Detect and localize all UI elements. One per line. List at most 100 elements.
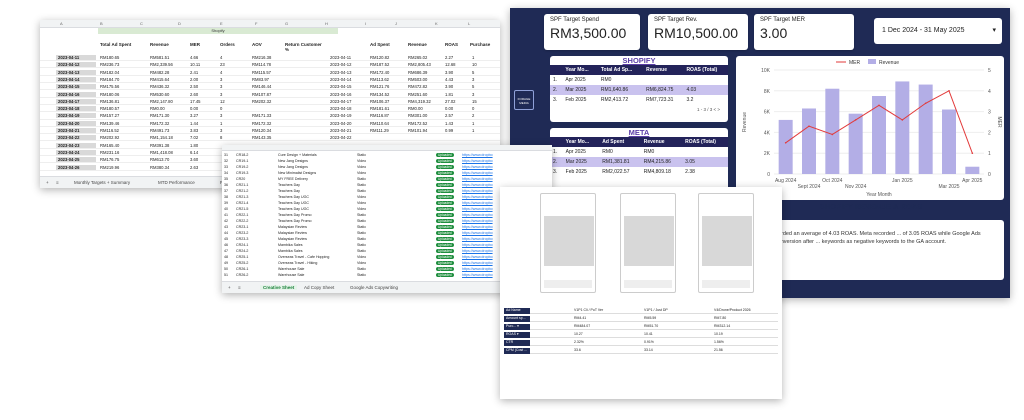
kpi-target-spend: SPF Target Spend RM3,500.00 — [544, 14, 640, 50]
mer-point — [971, 152, 974, 154]
table-row: 2023-04-22 RM202.92 RM1,154.18 7.02 8 RM143.3… — [40, 134, 500, 142]
revenue-bar — [895, 81, 910, 174]
tab-google-ads-copywriting[interactable]: Google Ads Copywriting — [350, 285, 398, 290]
ad-image — [624, 216, 674, 266]
revenue-roas-chart-card: 0 2K 4K 6K 8K 10K 0 1 2 3 4 5 Aug 2024 Sept 2024 Oct 2… — [736, 56, 1004, 200]
shopify-table-title: SHOPIFY — [622, 56, 656, 65]
table-row: 3. Feb 2025 RM2,022.57 RM4,809.18 2.38 — [553, 169, 695, 175]
shopify-section-band: Shopify — [98, 28, 338, 34]
mer-point — [831, 133, 834, 136]
x-tick-label: Aug 2024 — [775, 178, 797, 184]
x-tick-label: Sept 2024 — [798, 184, 821, 190]
ad-preview-card — [540, 193, 596, 293]
table-row: 2023-04-14 RM184.70 RM415.64 2.00 3 RM83.97 20… — [40, 76, 500, 84]
y2-tick-label: 4 — [988, 89, 991, 95]
y2-tick-label: 0 — [988, 172, 991, 178]
revenue-bar — [778, 119, 793, 174]
tab-monthly-targets[interactable]: Monthly Targets + Summary — [74, 180, 130, 185]
y2-tick-label: 2 — [988, 130, 991, 136]
ad-preview-card — [620, 193, 676, 293]
revenue-bar — [918, 84, 933, 174]
table-row: Ad Name V1P1 Cli / PoT Ver V1P1 / Just DP V… — [504, 307, 778, 314]
table-row: Amount sp... RM4.41 RM5.59 RM7.80 — [504, 315, 778, 322]
revenue-bar — [965, 166, 980, 174]
y2-tick-label: 3 — [988, 110, 991, 116]
x-tick-label: Apr 2025 — [962, 178, 983, 184]
ad-image — [544, 216, 594, 266]
mer-point — [784, 142, 787, 144]
brand-logo: FORAGE MEDIA — [514, 90, 534, 110]
mer-point — [854, 119, 857, 121]
legend-revenue-swatch — [868, 59, 876, 64]
mer-point — [808, 125, 810, 127]
x-tick-label: Mar 2025 — [938, 184, 959, 190]
y2-tick-label: 1 — [988, 151, 991, 157]
table-row: 2023-04-20 RM139.46 RM172.32 1.44 1 RM172.32 2… — [40, 120, 500, 127]
table-row: ROAS ▾ 10.27 10.41 10.19 — [504, 331, 778, 338]
column-header-bar: ABCDEFGHIJKL — [40, 20, 500, 28]
revenue-bar — [942, 109, 956, 174]
y-tick-label: 6K — [764, 110, 771, 116]
table-row: CPM (Cost ... 33.6 33.14 21.56 — [504, 347, 778, 354]
shopify-table-card: SHOPIFY Year Mo... Total Ad Sp... Revenue R… — [550, 56, 728, 122]
ad-performance-sheet: Ad Name V1P1 Cli / PoT Ver V1P1 / Just DP V… — [500, 187, 782, 399]
table-row: 1. Apr 2025 RM0 — [553, 77, 612, 83]
revenue-roas-chart: 0 2K 4K 6K 8K 10K 0 1 2 3 4 5 Aug 2024Sept 2024Oct 2… — [742, 59, 1002, 198]
meta-table: Year Mo... Ad Spent Revenue ROAS (Total) 1.… — [550, 137, 728, 177]
y2-tick-label: 5 — [988, 68, 991, 74]
revenue-bar — [802, 108, 816, 174]
kpi-target-revenue: SPF Target Rev. RM10,500.00 — [648, 14, 748, 50]
x-tick-label: Oct 2024 — [822, 178, 843, 184]
legend-mer-label: MER — [849, 60, 861, 66]
x-tick-label: Jan 2025 — [892, 178, 913, 184]
y-tick-label: 8K — [764, 89, 771, 95]
add-sheet-icon[interactable]: + — [228, 285, 231, 290]
tab-creative-sheet[interactable]: Creative Sheet — [260, 285, 298, 290]
table-pager[interactable]: 1 - 3 / 3 < > — [550, 105, 728, 114]
table-row: 2. Mar 2025 RM1,381.81 RM4,215.86 3.05 — [550, 157, 728, 167]
sheet1-header-row: Total Ad Spent Revenue MER Orders AOV Re… — [100, 42, 491, 52]
x-axis-label: Year Month — [866, 192, 892, 198]
table-row: 2023-04-16 RM180.06 RM530.60 2.60 3 RM107.87 2… — [40, 91, 500, 98]
mer-point — [924, 102, 927, 105]
all-sheets-icon[interactable]: ≡ — [238, 285, 241, 290]
table-row: 2023-04-19 RM157.27 RM171.30 3.27 3 RM171.33 2… — [40, 112, 500, 120]
kpi-target-mer: SPF Target MER 3.00 — [754, 14, 854, 50]
table-row: 2023-04-18 RM180.57 RM0.00 0.00 0 2023-04-18 R… — [40, 105, 500, 113]
legend-revenue-label: Revenue — [879, 60, 899, 66]
table-row: 2023-04-15 RM175.56 RM436.32 2.50 3 RM146.44 2… — [40, 83, 500, 91]
meta-table-title: META — [628, 128, 650, 137]
mer-point — [901, 119, 904, 121]
add-sheet-icon[interactable]: + — [46, 180, 49, 185]
y2-axis-label: MER — [996, 116, 1002, 128]
mer-point — [878, 104, 880, 107]
all-sheets-icon[interactable]: ≡ — [56, 180, 59, 185]
table-row: 2023-04-12 RM236.73 RM2,339.56 10.11 23 RM114… — [40, 61, 500, 69]
date-range-picker[interactable]: 1 Dec 2024 - 31 May 2025 ▾ — [874, 18, 1002, 44]
y-axis-label: Revenue — [742, 112, 748, 132]
table-row: CTR 2.32% 0.91% 1.56% — [504, 339, 778, 346]
meta-table-card: META Year Mo... Ad Spent Revenue ROAS (Tota… — [550, 128, 728, 194]
table-row: Purc... ▾ RM484.07 RM51.70 RM312.14 — [504, 323, 778, 330]
table-row: 2023-04-11 RM180.65 RM581.51 4.66 4 RM216.38 2… — [40, 54, 500, 62]
column-header-bar — [222, 145, 552, 151]
ad-preview-card — [698, 193, 754, 293]
x-tick-label: Nov 2024 — [845, 184, 867, 190]
table-row: 2023-04-13 RM182.04 RM482.28 2.41 4 RM115.57 2… — [40, 69, 500, 76]
y-tick-label: 4K — [764, 130, 771, 136]
table-row: 2. Mar 2025 RM1,640.86 RM6,824.75 4.03 — [550, 85, 728, 95]
revenue-bar — [872, 96, 886, 174]
y-tick-label: 2K — [764, 151, 771, 157]
table-row: 3. Feb 2025 RM2,413.72 RM7,723.31 3.2 — [553, 97, 694, 103]
y-tick-label: 0 — [767, 172, 770, 178]
mer-point — [948, 90, 950, 92]
table-row: 1. Apr 2025 RM0 RM0 — [553, 149, 655, 155]
table-row: 2023-04-17 RM136.81 RM2,147.80 17.45 12 RM202… — [40, 98, 500, 105]
shopify-table: Year Mo... Total Ad Sp... Revenue ROAS (Tot… — [550, 65, 728, 105]
ad-image — [702, 216, 752, 266]
tab-ad-copy-sheet[interactable]: Ad Copy Sheet — [304, 285, 334, 290]
table-row: 2023-04-21 RM116.52 RM491.73 3.83 3 RM120.34 2… — [40, 127, 500, 135]
y-tick-label: 10K — [761, 68, 771, 74]
tab-mtd-performance[interactable]: MTD Performance — [158, 180, 195, 185]
chevron-down-icon: ▾ — [992, 27, 996, 34]
